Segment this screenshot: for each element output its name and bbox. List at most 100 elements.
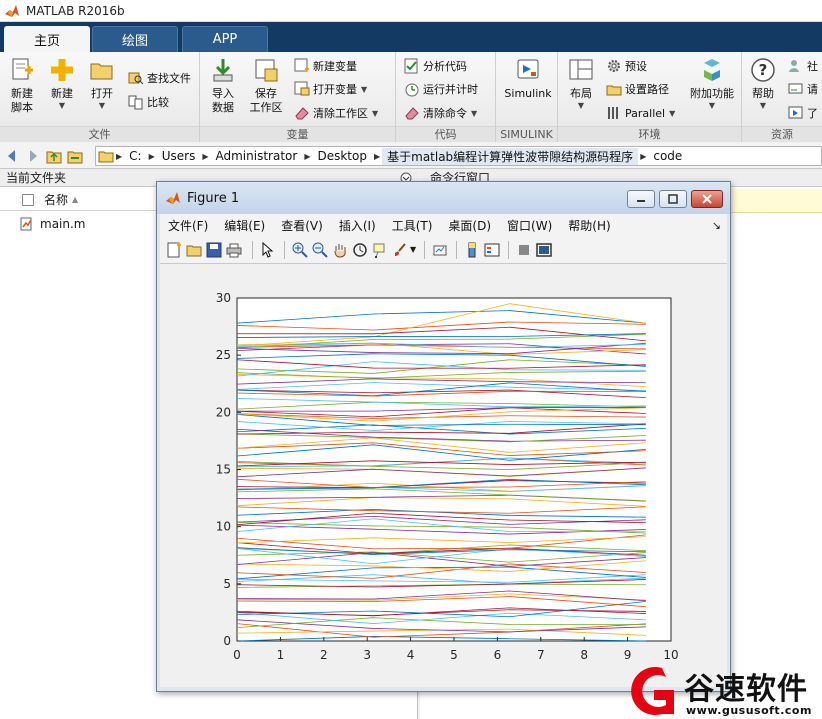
- watermark-g-mark: [631, 667, 674, 715]
- save-workspace-button[interactable]: 保存 工作区: [246, 56, 286, 115]
- toolbar-separator: [284, 241, 285, 259]
- list-item[interactable]: main.m: [20, 215, 86, 233]
- browse-folder-icon[interactable]: [66, 147, 84, 165]
- parallel-button[interactable]: Parallel ▼: [606, 103, 675, 123]
- preferences-button[interactable]: 预设: [606, 56, 647, 76]
- tab-plots[interactable]: 绘图: [92, 26, 178, 52]
- x-tick-label: 5: [450, 648, 458, 662]
- colorbar-icon[interactable]: [464, 242, 480, 258]
- new-variable-button[interactable]: 新建变量: [294, 56, 357, 76]
- clear-workspace-dropdown-icon[interactable]: ▼: [372, 109, 378, 118]
- simulink-icon: [517, 59, 539, 79]
- dock-figure-icon[interactable]: ↘: [712, 219, 721, 232]
- help-dropdown-icon[interactable]: ▼: [748, 101, 778, 111]
- new-script-button[interactable]: 新建 脚本: [4, 56, 40, 115]
- new-figure-icon[interactable]: [166, 242, 182, 258]
- open-variable-button[interactable]: 打开变量 ▼: [294, 79, 367, 99]
- learn-matlab-button[interactable]: 了: [788, 103, 818, 123]
- set-path-button[interactable]: 设置路径: [606, 79, 669, 99]
- menu-item-insert[interactable]: 插入(I): [339, 217, 376, 234]
- path-crumb[interactable]: Administrator: [211, 149, 303, 163]
- menu-item-file[interactable]: 文件(F): [168, 217, 208, 234]
- column-name-label: 名称: [44, 193, 69, 207]
- zoom-out-icon[interactable]: [312, 242, 328, 258]
- path-separator-icon[interactable]: ▶: [200, 152, 210, 161]
- zoom-in-icon[interactable]: [292, 242, 308, 258]
- close-button[interactable]: [691, 190, 723, 208]
- path-separator-icon[interactable]: ▶: [302, 152, 312, 161]
- tab-home[interactable]: 主页: [4, 26, 90, 52]
- back-arrow-icon[interactable]: [3, 147, 21, 165]
- path-separator-icon[interactable]: ▶: [372, 152, 382, 161]
- path-separator-icon[interactable]: ▶: [114, 152, 124, 161]
- save-icon[interactable]: [206, 242, 222, 258]
- find-files-button[interactable]: 查找文件: [128, 68, 191, 88]
- pointer-icon[interactable]: [260, 242, 276, 258]
- print-icon[interactable]: [226, 242, 242, 258]
- up-folder-icon[interactable]: [45, 147, 63, 165]
- path-crumb[interactable]: Users: [157, 149, 201, 163]
- parallel-icon: [608, 107, 618, 119]
- new-script-icon: [12, 58, 33, 80]
- watermark-url: www.gususoft.com: [686, 704, 812, 717]
- analyze-code-button[interactable]: 分析代码: [404, 56, 467, 76]
- hide-plot-tools-icon[interactable]: [516, 242, 532, 258]
- band-structure-chart[interactable]: 0 1 2 3 4 5 6 7 8 9 10051015202530: [160, 264, 727, 687]
- path-separator-icon[interactable]: ▶: [638, 152, 648, 161]
- menu-item-desktop[interactable]: 桌面(D): [448, 217, 491, 234]
- path-crumb[interactable]: code: [648, 149, 687, 163]
- simulink-button[interactable]: Simulink: [502, 56, 554, 101]
- layout-button[interactable]: 布局 ▼: [564, 56, 598, 111]
- forward-arrow-icon[interactable]: [24, 147, 42, 165]
- data-cursor-icon[interactable]: [372, 242, 388, 258]
- brush-dropdown-icon[interactable]: ▼: [410, 245, 416, 254]
- menu-item-help[interactable]: 帮助(H): [568, 217, 610, 234]
- pan-hand-icon[interactable]: [332, 242, 348, 258]
- current-path-field[interactable]: ▶ C: ▶ Users ▶ Administrator ▶ Desktop ▶…: [95, 146, 822, 166]
- add-ons-button[interactable]: 附加功能 ▼: [686, 56, 738, 111]
- run-and-time-button[interactable]: 运行并计时: [404, 79, 478, 99]
- tab-apps[interactable]: APP: [182, 26, 268, 52]
- path-crumb[interactable]: C:: [124, 149, 146, 163]
- menu-item-window[interactable]: 窗口(W): [507, 217, 552, 234]
- svg-text:?: ?: [759, 61, 768, 79]
- y-tick-label: 15: [216, 463, 231, 477]
- path-crumb[interactable]: 基于matlab编程计算弹性波带隙结构源码程序: [382, 147, 639, 165]
- minimize-button[interactable]: [627, 190, 655, 208]
- y-tick-label: 25: [216, 348, 231, 362]
- menu-item-edit[interactable]: 编辑(E): [224, 217, 265, 234]
- menu-item-tools[interactable]: 工具(T): [392, 217, 433, 234]
- parallel-dropdown-icon[interactable]: ▼: [669, 109, 675, 118]
- select-all-checkbox[interactable]: [22, 193, 34, 206]
- clear-commands-button[interactable]: 清除命令 ▼: [404, 103, 477, 123]
- y-tick-label: 10: [216, 520, 231, 534]
- legend-icon[interactable]: [484, 242, 500, 258]
- rotate-3d-icon[interactable]: [352, 242, 368, 258]
- minimize-icon: [637, 200, 645, 202]
- brush-icon[interactable]: [392, 242, 408, 258]
- maximize-button[interactable]: [659, 190, 687, 208]
- layout-dropdown-icon[interactable]: ▼: [564, 101, 598, 111]
- show-plot-tools-icon[interactable]: [536, 242, 552, 258]
- help-button[interactable]: ? 帮助 ▼: [748, 56, 778, 111]
- gear-icon: [608, 60, 620, 72]
- open-file-icon[interactable]: [186, 242, 202, 258]
- request-support-button[interactable]: 请: [788, 79, 818, 99]
- path-separator-icon[interactable]: ▶: [147, 152, 157, 161]
- ribbon-tab-strip: 主页 绘图 APP: [0, 22, 822, 52]
- add-ons-dropdown-icon[interactable]: ▼: [686, 101, 738, 111]
- new-dropdown-caret-icon[interactable]: ▼: [44, 101, 80, 111]
- clear-commands-dropdown-icon[interactable]: ▼: [471, 109, 477, 118]
- new-button[interactable]: 新建 ▼: [44, 56, 80, 111]
- link-plot-icon[interactable]: [432, 242, 448, 258]
- open-variable-dropdown-icon[interactable]: ▼: [361, 85, 367, 94]
- open-dropdown-caret-icon[interactable]: ▼: [84, 101, 120, 111]
- community-button[interactable]: 社: [788, 56, 818, 76]
- clear-workspace-button[interactable]: 清除工作区 ▼: [294, 103, 378, 123]
- path-crumb[interactable]: Desktop: [312, 149, 372, 163]
- import-data-button[interactable]: 导入 数据: [206, 56, 240, 115]
- compare-button[interactable]: 比较: [128, 92, 169, 112]
- menu-item-view[interactable]: 查看(V): [281, 217, 323, 234]
- address-bar: ▶ C: ▶ Users ▶ Administrator ▶ Desktop ▶…: [0, 143, 822, 169]
- open-button[interactable]: 打开 ▼: [84, 56, 120, 111]
